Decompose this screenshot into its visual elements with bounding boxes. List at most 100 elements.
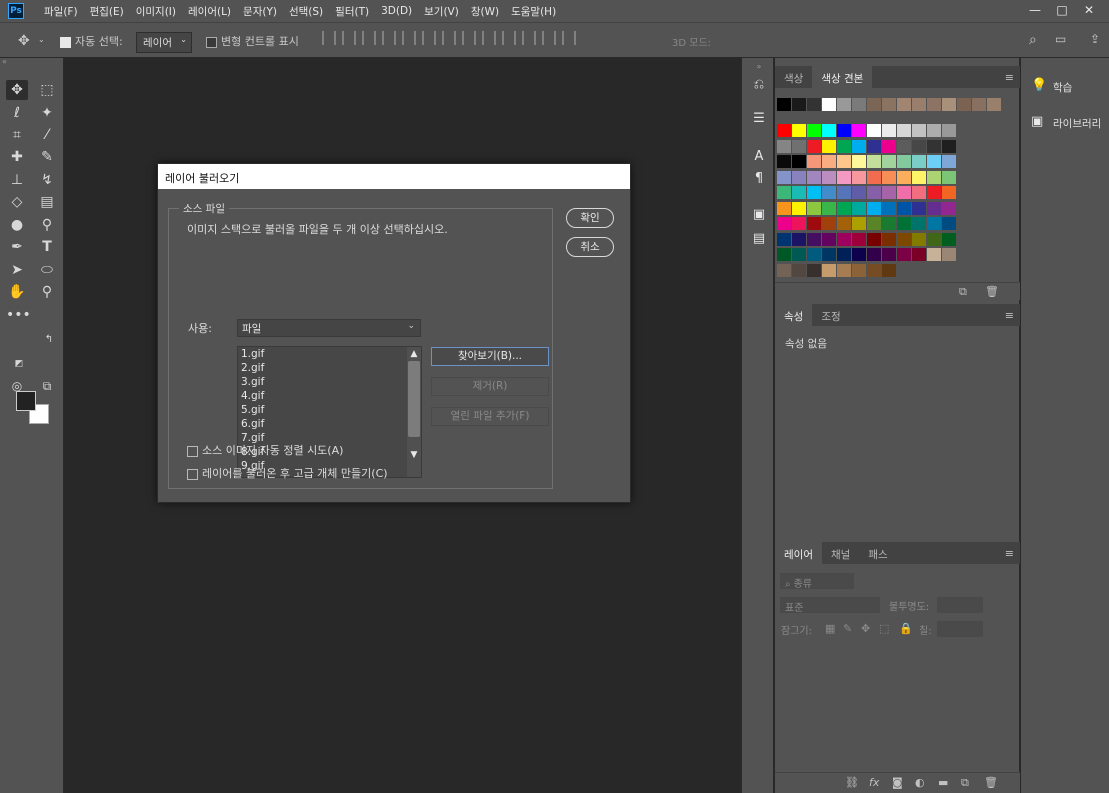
- color-swatch[interactable]: [927, 170, 941, 184]
- color-swatch[interactable]: [852, 263, 866, 277]
- panel-menu-icon[interactable]: ≡: [1005, 547, 1014, 560]
- move-tool-icon[interactable]: ✥: [6, 80, 28, 100]
- list-item[interactable]: 6.gif: [238, 417, 421, 431]
- color-swatch[interactable]: [942, 170, 956, 184]
- color-swatch[interactable]: [927, 201, 941, 215]
- tool-preset-chevron-icon[interactable]: ⌄: [38, 35, 45, 44]
- color-swatch[interactable]: [867, 186, 881, 199]
- color-swatch[interactable]: [822, 201, 836, 215]
- color-swatch[interactable]: [852, 139, 866, 153]
- file-list[interactable]: 1.gif 2.gif 3.gif 4.gif 5.gif 6.gif 7.gi…: [237, 346, 422, 478]
- magic-wand-tool-icon[interactable]: ✦: [36, 103, 58, 123]
- close-window-button[interactable]: ✕: [1076, 0, 1102, 22]
- color-swatch[interactable]: [852, 217, 866, 230]
- glyphs-panel-icon[interactable]: ▣: [750, 206, 768, 224]
- color-swatch[interactable]: [867, 263, 881, 277]
- color-swatch[interactable]: [852, 232, 866, 246]
- path-selection-tool-icon[interactable]: ➤: [6, 260, 28, 280]
- color-swatch[interactable]: [912, 124, 926, 137]
- color-swatch[interactable]: [882, 201, 896, 215]
- color-swatch[interactable]: [912, 139, 926, 153]
- lasso-tool-icon[interactable]: ℓ: [6, 103, 28, 123]
- color-swatch[interactable]: [897, 98, 911, 111]
- lock-position-icon[interactable]: ✥: [861, 622, 870, 635]
- color-swatch[interactable]: [792, 124, 806, 137]
- lock-artboard-icon[interactable]: ⬚: [879, 622, 889, 635]
- color-swatch[interactable]: [912, 248, 926, 261]
- list-item[interactable]: 5.gif: [238, 403, 421, 417]
- scroll-up-arrow-icon[interactable]: ▲: [407, 347, 421, 361]
- color-swatch[interactable]: [897, 155, 911, 168]
- browse-button[interactable]: 찾아보기(B)...: [431, 347, 549, 366]
- ellipse-tool-icon[interactable]: ⬭: [36, 260, 58, 280]
- color-swatch[interactable]: [792, 248, 806, 261]
- color-swatch[interactable]: [942, 98, 956, 111]
- auto-select-checkbox[interactable]: 자동 선택:: [60, 33, 123, 49]
- color-swatch[interactable]: [837, 170, 851, 184]
- color-swatch[interactable]: [807, 124, 821, 137]
- color-swatch[interactable]: [897, 248, 911, 261]
- color-swatch[interactable]: [882, 232, 896, 246]
- color-swatch[interactable]: [942, 155, 956, 168]
- menu-help[interactable]: 도움말(H): [505, 4, 562, 19]
- color-swatch[interactable]: [882, 139, 896, 153]
- color-swatch[interactable]: [927, 186, 941, 199]
- crop-tool-icon[interactable]: ⌗: [6, 125, 28, 145]
- menu-select[interactable]: 선택(S): [283, 4, 329, 19]
- color-swatch[interactable]: [777, 170, 791, 184]
- color-swatch[interactable]: [822, 124, 836, 137]
- color-swatch[interactable]: [822, 263, 836, 277]
- dock-collapse-icon[interactable]: »: [750, 58, 768, 76]
- screen-mode-icon[interactable]: ⧉: [36, 376, 58, 396]
- distribute-vertical-center-icon[interactable]: [462, 31, 476, 45]
- color-swatch[interactable]: [837, 124, 851, 137]
- color-swatch[interactable]: [867, 232, 881, 246]
- list-item[interactable]: 4.gif: [238, 389, 421, 403]
- color-swatch[interactable]: [882, 263, 896, 277]
- color-swatch[interactable]: [777, 124, 791, 137]
- color-swatch[interactable]: [912, 155, 926, 168]
- color-swatch[interactable]: [807, 155, 821, 168]
- new-layer-icon[interactable]: ⧉: [961, 776, 969, 790]
- color-swatch[interactable]: [897, 124, 911, 137]
- color-swatch[interactable]: [867, 217, 881, 230]
- align-right-icon[interactable]: [422, 31, 436, 45]
- color-swatch[interactable]: [792, 139, 806, 153]
- color-swatch[interactable]: [792, 186, 806, 199]
- color-swatch[interactable]: [882, 170, 896, 184]
- color-swatch[interactable]: [837, 98, 851, 111]
- color-swatch[interactable]: [957, 98, 971, 111]
- eyedropper-tool-icon[interactable]: ⁄: [36, 125, 58, 145]
- maximize-button[interactable]: □: [1049, 0, 1075, 22]
- color-swatch[interactable]: [822, 170, 836, 184]
- tab-paths[interactable]: 패스: [859, 542, 896, 564]
- color-swatch[interactable]: [867, 248, 881, 261]
- color-swatch[interactable]: [792, 201, 806, 215]
- layer-filter-dropdown[interactable]: ⌕ 종류: [780, 573, 854, 590]
- color-swatch[interactable]: [927, 155, 941, 168]
- color-swatch[interactable]: [777, 98, 791, 111]
- color-swatch[interactable]: [897, 186, 911, 199]
- color-swatch[interactable]: [822, 139, 836, 153]
- color-swatch[interactable]: [942, 124, 956, 137]
- color-swatch[interactable]: [807, 139, 821, 153]
- list-item[interactable]: 3.gif: [238, 375, 421, 389]
- search-icon[interactable]: ⌕: [1029, 32, 1037, 48]
- color-swatch[interactable]: [807, 232, 821, 246]
- color-swatch[interactable]: [867, 98, 881, 111]
- color-swatch[interactable]: [987, 98, 1001, 111]
- list-item[interactable]: 1.gif: [238, 347, 421, 361]
- marquee-tool-icon[interactable]: ⬚: [36, 80, 58, 100]
- history-brush-tool-icon[interactable]: ↯: [36, 170, 58, 190]
- notes-panel-icon[interactable]: ▤: [750, 230, 768, 248]
- color-swatch[interactable]: [897, 170, 911, 184]
- more-tools-icon[interactable]: •••: [6, 305, 31, 325]
- color-swatch[interactable]: [822, 217, 836, 230]
- color-swatch[interactable]: [837, 139, 851, 153]
- color-swatch[interactable]: [882, 217, 896, 230]
- add-mask-icon[interactable]: ◙: [892, 776, 903, 789]
- use-select[interactable]: 파일 ⌄: [237, 319, 421, 337]
- blend-mode-dropdown[interactable]: 표준: [780, 597, 880, 614]
- menu-image[interactable]: 이미지(I): [130, 4, 182, 19]
- color-swatch[interactable]: [777, 155, 791, 168]
